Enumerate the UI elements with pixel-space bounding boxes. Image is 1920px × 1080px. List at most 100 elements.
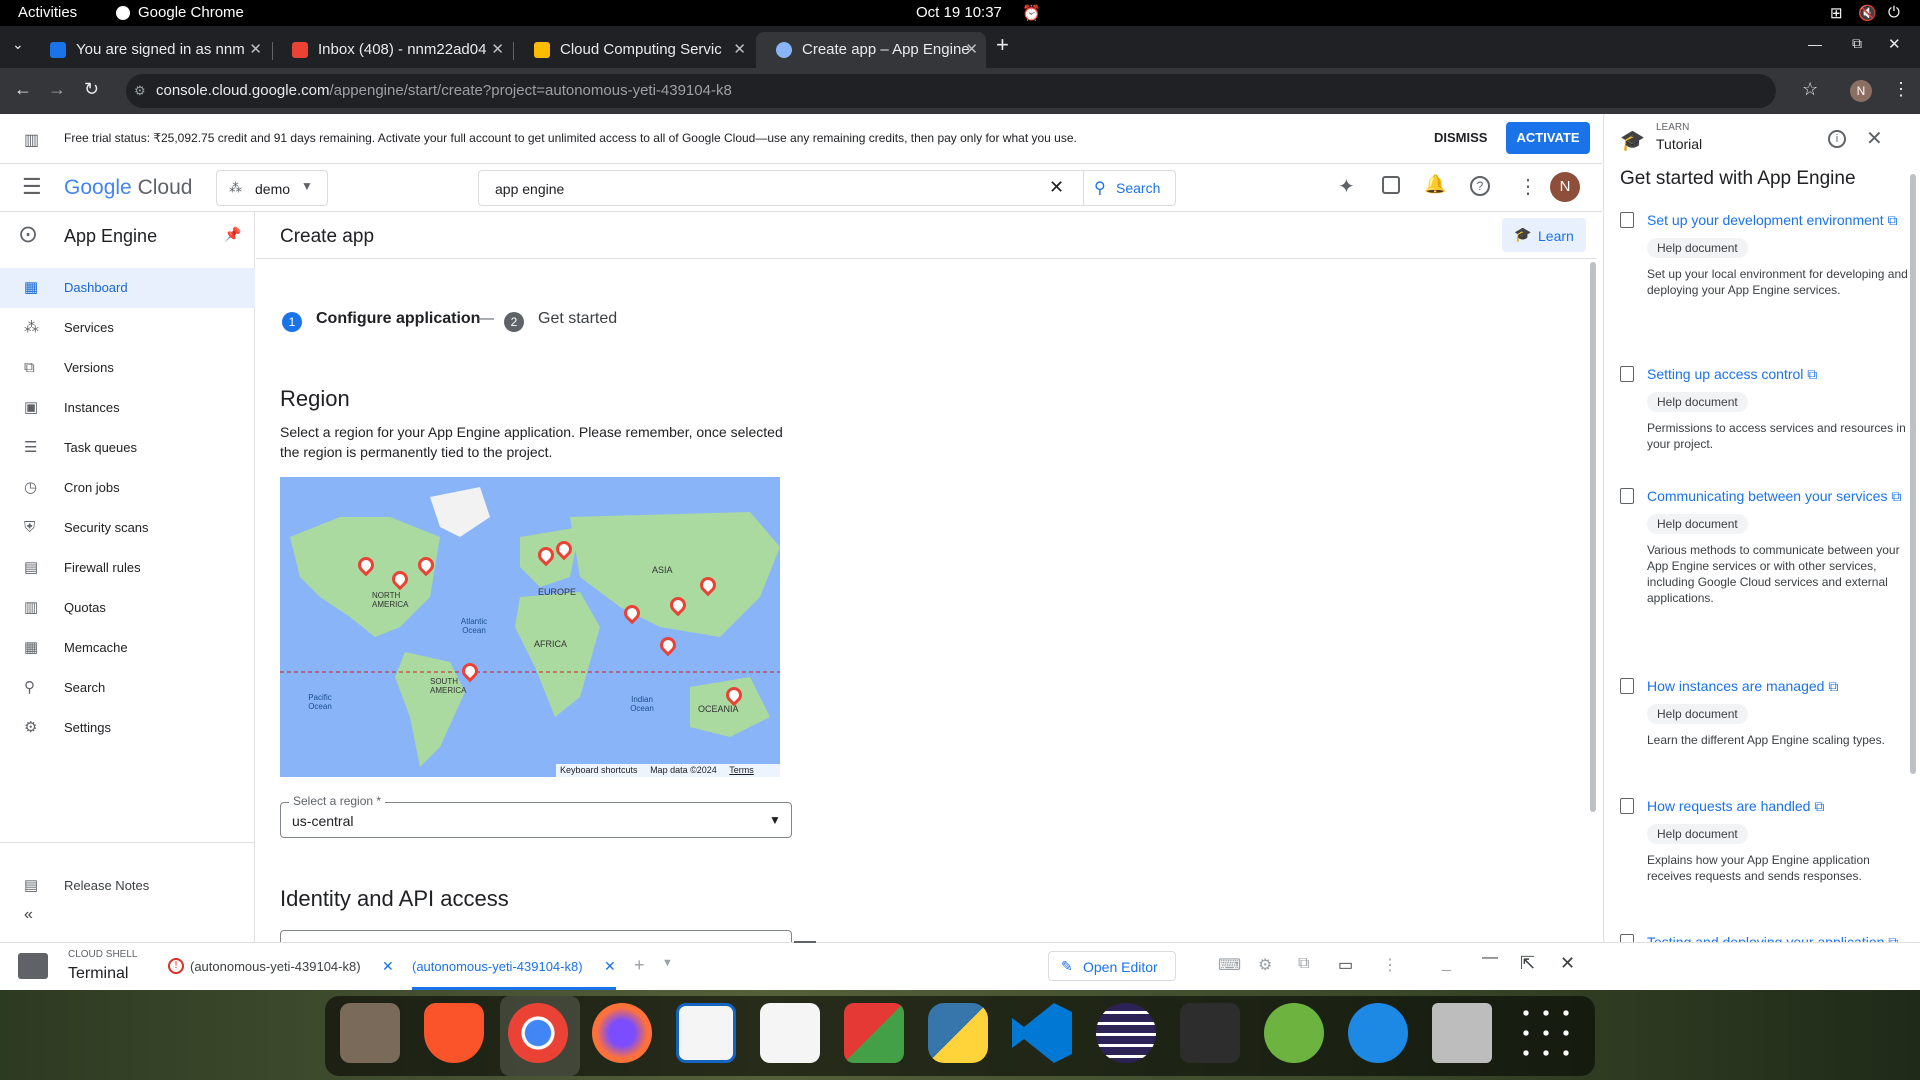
chevron-down-icon[interactable]: ▼	[662, 957, 673, 969]
close-tab-icon[interactable]: ✕	[249, 32, 262, 68]
map-terms-link[interactable]: Terms	[729, 765, 754, 775]
region-select[interactable]: Select a region * us-central ▼	[280, 794, 792, 838]
show-apps-icon[interactable]	[1516, 1003, 1576, 1063]
site-info-icon[interactable]: ⚙	[134, 74, 146, 108]
open-editor-button[interactable]: ✎ Open Editor	[1048, 951, 1176, 981]
restore-icon[interactable]: ⧉	[1852, 35, 1862, 52]
new-tab-icon[interactable]: +	[996, 32, 1009, 58]
sidebar-item-search[interactable]: ⚲ Search	[0, 668, 255, 708]
sidebar-item-services[interactable]: ⁂ Services	[0, 308, 255, 348]
document-viewer-icon[interactable]	[676, 1003, 736, 1063]
search-input[interactable]: app engine	[495, 181, 564, 197]
close-icon[interactable]: ✕	[1866, 126, 1883, 151]
sidebar-item-cron-jobs[interactable]: ◷ Cron jobs	[0, 468, 255, 508]
account-avatar[interactable]: N	[1550, 172, 1580, 202]
sidebar-item-dashboard[interactable]: ▦ Dashboard	[0, 268, 255, 308]
volume-icon[interactable]: 🔇	[1858, 4, 1877, 22]
close-tab-icon[interactable]: ✕	[604, 958, 616, 975]
tutorial-link[interactable]: Set up your development environment ⧉	[1620, 210, 1908, 230]
tab-inbox[interactable]: Inbox (408) - nnm22ad04 ✕	[272, 32, 512, 68]
tutorial-link[interactable]: Communicating between your services ⧉	[1620, 486, 1908, 506]
sidebar-item-quotas[interactable]: ▥ Quotas	[0, 588, 255, 628]
gemini-icon[interactable]: ✦	[1338, 174, 1355, 199]
restore-icon[interactable]: —	[1482, 949, 1498, 967]
open-new-window-icon[interactable]: ⇱	[1520, 953, 1535, 974]
network-icon[interactable]: ⊞	[1830, 4, 1843, 22]
tutorial-link[interactable]: Setting up access control ⧉	[1620, 364, 1908, 384]
project-picker[interactable]: ⁂ demo ▼	[216, 170, 328, 206]
tutorial-link[interactable]: How requests are handled ⧉	[1620, 796, 1908, 816]
forward-icon[interactable]: →	[48, 79, 66, 100]
python-icon[interactable]	[928, 1003, 988, 1063]
sidebar-item-versions[interactable]: ⧉ Versions	[0, 348, 255, 388]
brave-icon[interactable]	[424, 1003, 484, 1063]
chrome-icon[interactable]	[508, 1003, 568, 1063]
tutorial-link[interactable]: How instances are managed ⧉	[1620, 676, 1908, 696]
shell-tab-1[interactable]: (autonomous-yeti-439104-k8)	[190, 959, 361, 974]
google-cloud-logo[interactable]: Google Cloud	[64, 176, 192, 200]
close-window-icon[interactable]: ✕	[1888, 35, 1901, 53]
reload-icon[interactable]: ↻	[84, 79, 99, 100]
sidebar-item-task-queues[interactable]: ☰ Task queues	[0, 428, 255, 468]
eclipse-icon[interactable]	[1096, 1003, 1156, 1063]
clear-search-icon[interactable]: ✕	[1049, 177, 1064, 198]
tab-signed-in[interactable]: You are signed in as nnm ✕	[30, 32, 270, 68]
main-scrollbar[interactable]	[1590, 262, 1596, 812]
app-name[interactable]: Google Chrome	[138, 4, 244, 21]
notifications-icon[interactable]: 🔔	[1424, 174, 1446, 195]
sidebar-item-firewall-rules[interactable]: ▤ Firewall rules	[0, 548, 255, 588]
sidebar-item-settings[interactable]: ⚙ Settings	[0, 708, 255, 748]
resize-handle[interactable]	[794, 941, 816, 943]
activate-button[interactable]: ACTIVATE	[1506, 122, 1590, 154]
identity-field[interactable]	[280, 930, 792, 942]
sidebar-item-memcache[interactable]: ▦ Memcache	[0, 628, 255, 668]
close-tab-icon[interactable]: ✕	[733, 32, 746, 68]
close-icon[interactable]: ✕	[1560, 953, 1575, 974]
chrome-menu-icon[interactable]: ⋮	[1892, 79, 1910, 100]
add-tab-icon[interactable]: +	[634, 955, 645, 976]
layout-icon[interactable]: ▭	[1338, 955, 1353, 975]
tab-cloud-computing[interactable]: Cloud Computing Servic ✕	[514, 32, 754, 68]
region-map[interactable]: ASIA EUROPE NORTH AMERICA AFRICA SOUTH A…	[280, 477, 780, 777]
profile-avatar[interactable]: N	[1850, 80, 1872, 102]
tutorial-scrollbar[interactable]	[1910, 174, 1916, 774]
files-icon[interactable]	[340, 1003, 400, 1063]
close-tab-icon[interactable]: ✕	[965, 32, 978, 68]
release-notes-link[interactable]: ▤ Release Notes	[0, 866, 255, 906]
pin-icon[interactable]: 📌	[224, 226, 241, 243]
terminal-app-icon[interactable]	[1180, 1003, 1240, 1063]
info-icon[interactable]: i	[1828, 130, 1846, 148]
minimize-icon[interactable]: —	[1808, 36, 1822, 52]
spring-icon[interactable]	[1264, 1003, 1324, 1063]
search-button[interactable]: ⚲ Search	[1083, 171, 1175, 205]
power-icon[interactable]: ⏻	[1888, 4, 1900, 21]
hamburger-icon[interactable]: ☰	[22, 174, 42, 200]
close-tab-icon[interactable]: ✕	[382, 958, 394, 975]
web-preview-icon[interactable]: ⧉	[1298, 955, 1309, 973]
sidebar-item-instances[interactable]: ▣ Instances	[0, 388, 255, 428]
tab-search-icon[interactable]: ⌄	[12, 36, 24, 53]
firefox-icon[interactable]	[592, 1003, 652, 1063]
learn-button[interactable]: 🎓 Learn	[1502, 218, 1586, 252]
trash-icon[interactable]	[1432, 1003, 1492, 1063]
text-editor-icon[interactable]	[760, 1003, 820, 1063]
minimize-icon[interactable]: _	[1442, 955, 1451, 973]
map-keyboard-shortcuts[interactable]: Keyboard shortcuts	[560, 765, 638, 775]
collapse-sidebar-icon[interactable]: «	[24, 906, 33, 924]
back-icon[interactable]: ←	[14, 79, 32, 100]
shell-tab-2[interactable]: (autonomous-yeti-439104-k8)	[412, 959, 583, 974]
address-bar[interactable]: ⚙ console.cloud.google.com/appengine/sta…	[126, 74, 1776, 108]
keyboard-icon[interactable]: ⌨	[1218, 955, 1241, 975]
gear-icon[interactable]: ⚙	[1258, 955, 1272, 975]
tab-create-app[interactable]: Create app – App Engine ✕	[756, 32, 986, 68]
dismiss-button[interactable]: DISMISS	[1434, 130, 1487, 145]
bookmark-star-icon[interactable]: ☆	[1802, 79, 1818, 100]
cloud-shell-icon[interactable]	[1382, 176, 1400, 194]
more-icon[interactable]: ⋮	[1382, 955, 1398, 975]
sidebar-item-security-scans[interactable]: ⛨ Security scans	[0, 508, 255, 548]
office-icon[interactable]	[844, 1003, 904, 1063]
help-icon[interactable]: ?	[1470, 176, 1490, 196]
close-tab-icon[interactable]: ✕	[491, 32, 504, 68]
activities-button[interactable]: Activities	[18, 4, 77, 21]
clock[interactable]: Oct 19 10:37	[916, 4, 1002, 21]
